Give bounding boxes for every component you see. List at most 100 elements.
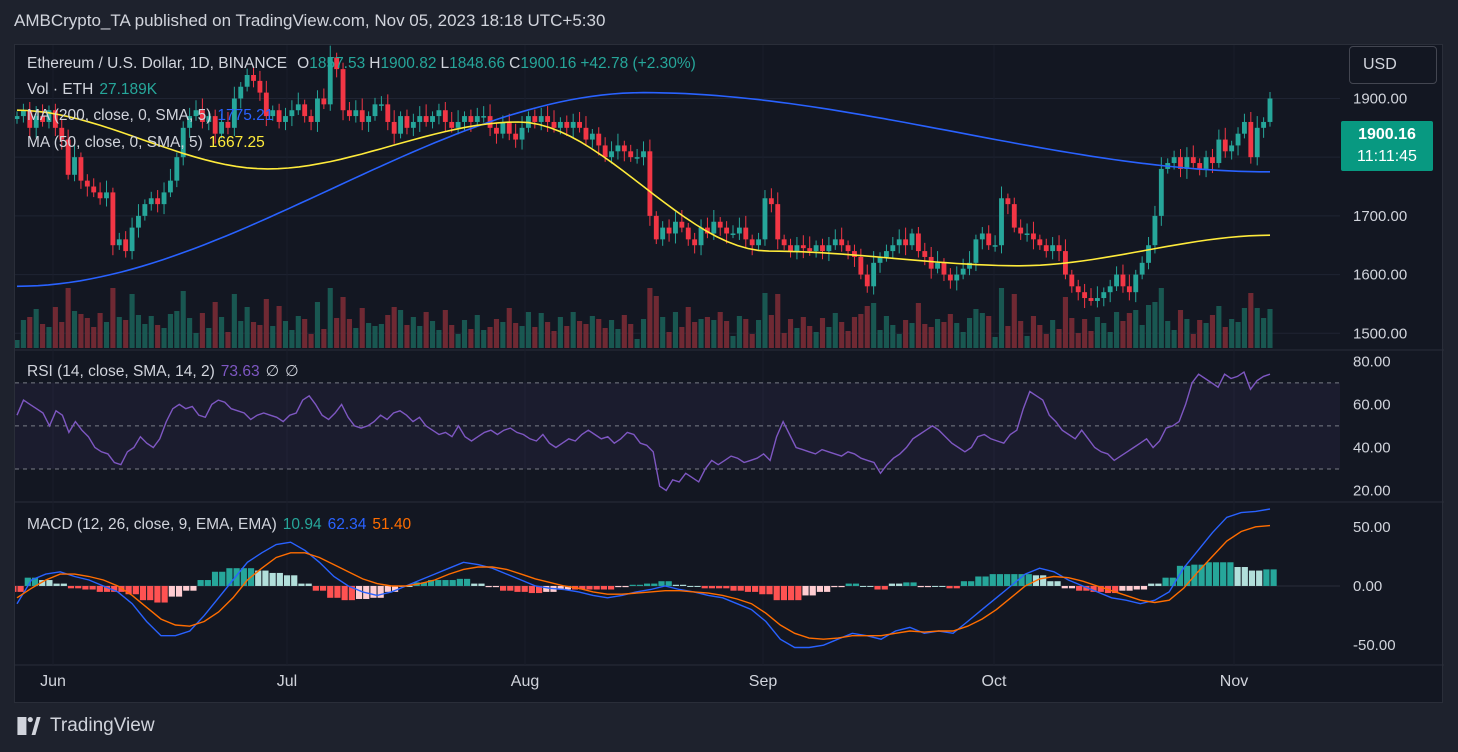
candle-body (602, 145, 608, 158)
candle-body (1120, 274, 1126, 287)
rsi-legend[interactable]: RSI (14, close, SMA, 14, 2) 73.63 ∅ ∅ (27, 363, 305, 381)
volume-bar (602, 328, 608, 348)
macd-hist-value: 51.40 (372, 516, 412, 533)
volume-bar (762, 293, 768, 348)
volume-bar (640, 319, 647, 348)
volume-bar (282, 321, 289, 348)
candle-body (660, 227, 666, 240)
candle-body (257, 80, 263, 93)
candle-body (673, 221, 678, 234)
symbol-name[interactable]: Ethereum / U.S. Dollar, 1D, BINANCE (27, 55, 287, 72)
candle-body (883, 251, 889, 257)
close-value: 1900.16 (520, 55, 577, 72)
volume-bar (187, 318, 193, 348)
ma50-value: 1667.25 (208, 134, 265, 151)
footer-brand[interactable]: TradingView (14, 713, 155, 739)
macd-histogram-bar (737, 585, 744, 591)
macd-histogram-bar (528, 585, 535, 594)
macd-histogram-bar (15, 585, 17, 592)
volume-bar (1165, 321, 1171, 348)
volume-bar (1069, 318, 1075, 348)
candle-body (1267, 98, 1273, 122)
macd-histogram-bar (1256, 570, 1263, 586)
volume-bar (685, 307, 691, 348)
macd-histogram-bar (888, 583, 896, 586)
macd-histogram-bar (1054, 581, 1061, 586)
candle-body (372, 104, 378, 117)
candle-body (820, 245, 825, 252)
volume-bar (845, 331, 851, 348)
macd-histogram-bar (852, 583, 860, 586)
volume-bar (97, 313, 103, 348)
macd-histogram-bar (744, 585, 752, 592)
macd-histogram-bar (586, 585, 593, 590)
volume-bar (615, 329, 621, 348)
volume-bar (1005, 326, 1011, 348)
macd-legend[interactable]: MACD (12, 26, close, 9, EMA, EMA) 10.94 62… (27, 516, 417, 534)
volume-bar (1171, 330, 1177, 348)
last-price: 1900.16 (1358, 126, 1416, 143)
macd-histogram-bar (521, 585, 528, 592)
volume-legend[interactable]: Vol · ETH 27.189K (27, 81, 163, 99)
open-label: O (297, 55, 310, 72)
candle-body (244, 75, 250, 87)
currency-button[interactable]: USD (1349, 46, 1437, 84)
macd-histogram-bar (283, 575, 291, 586)
candle-body (494, 127, 499, 134)
volume-bar (410, 317, 416, 348)
price-axis-label: 1700.00 (1353, 208, 1407, 225)
macd-histogram-bar (1212, 562, 1220, 586)
volume-bar (199, 313, 205, 348)
volume-bar (851, 317, 858, 348)
macd-axis-label: -50.00 (1353, 637, 1396, 654)
macd-histogram-bar (658, 581, 665, 586)
candle-body (398, 116, 404, 134)
candle-body (1261, 121, 1267, 128)
candle-body (909, 233, 915, 246)
candle-body (1043, 245, 1049, 252)
macd-histogram-bar (132, 585, 139, 595)
candle-body (717, 221, 723, 228)
macd-histogram-bar (939, 585, 946, 587)
candle-body (513, 133, 519, 140)
candle-body (423, 116, 429, 122)
macd-label: MACD (12, 26, close, 9, EMA, EMA) (27, 516, 277, 533)
macd-histogram-bar (1119, 585, 1126, 591)
macd-histogram-bar (75, 585, 82, 589)
volume-bar (1043, 334, 1049, 348)
rsi-extra-1: ∅ (265, 363, 280, 380)
candle-body (91, 186, 97, 193)
volume-bar (174, 311, 180, 348)
volume-bar (698, 319, 704, 348)
volume-bar (922, 324, 928, 348)
candle-body (481, 116, 487, 118)
volume-bar (1254, 308, 1260, 348)
candle-body (634, 157, 640, 159)
volume-bar (890, 325, 896, 348)
candle-body (1203, 157, 1209, 169)
macd-histogram-bar (773, 585, 780, 601)
rsi-extra-2: ∅ (285, 363, 299, 380)
time-axis-label: Jun (40, 673, 66, 690)
candle-body (775, 204, 781, 240)
candle-body (999, 198, 1004, 246)
candle-body (557, 121, 563, 128)
volume-bar (46, 327, 52, 348)
macd-histogram-bar (759, 585, 766, 595)
macd-histogram-bar (327, 585, 334, 598)
volume-bar (1209, 315, 1216, 348)
ma200-legend[interactable]: MA (200, close, 0, SMA, 5) 1775.21 (27, 107, 279, 125)
volume-bar (1075, 333, 1081, 348)
candle-body (1190, 157, 1196, 164)
candle-body (692, 239, 698, 246)
macd-histogram-bar (680, 584, 687, 586)
candle-body (724, 227, 730, 234)
volume-bar (244, 307, 250, 348)
candle-body (570, 121, 576, 128)
candle-body (1254, 127, 1260, 158)
ma50-legend[interactable]: MA (50, close, 0, SMA, 5) 1667.25 (27, 134, 271, 152)
macd-histogram-bar (1184, 565, 1191, 586)
candle-body (641, 151, 646, 158)
volume-bar (1082, 319, 1088, 348)
macd-histogram-bar (982, 576, 989, 586)
